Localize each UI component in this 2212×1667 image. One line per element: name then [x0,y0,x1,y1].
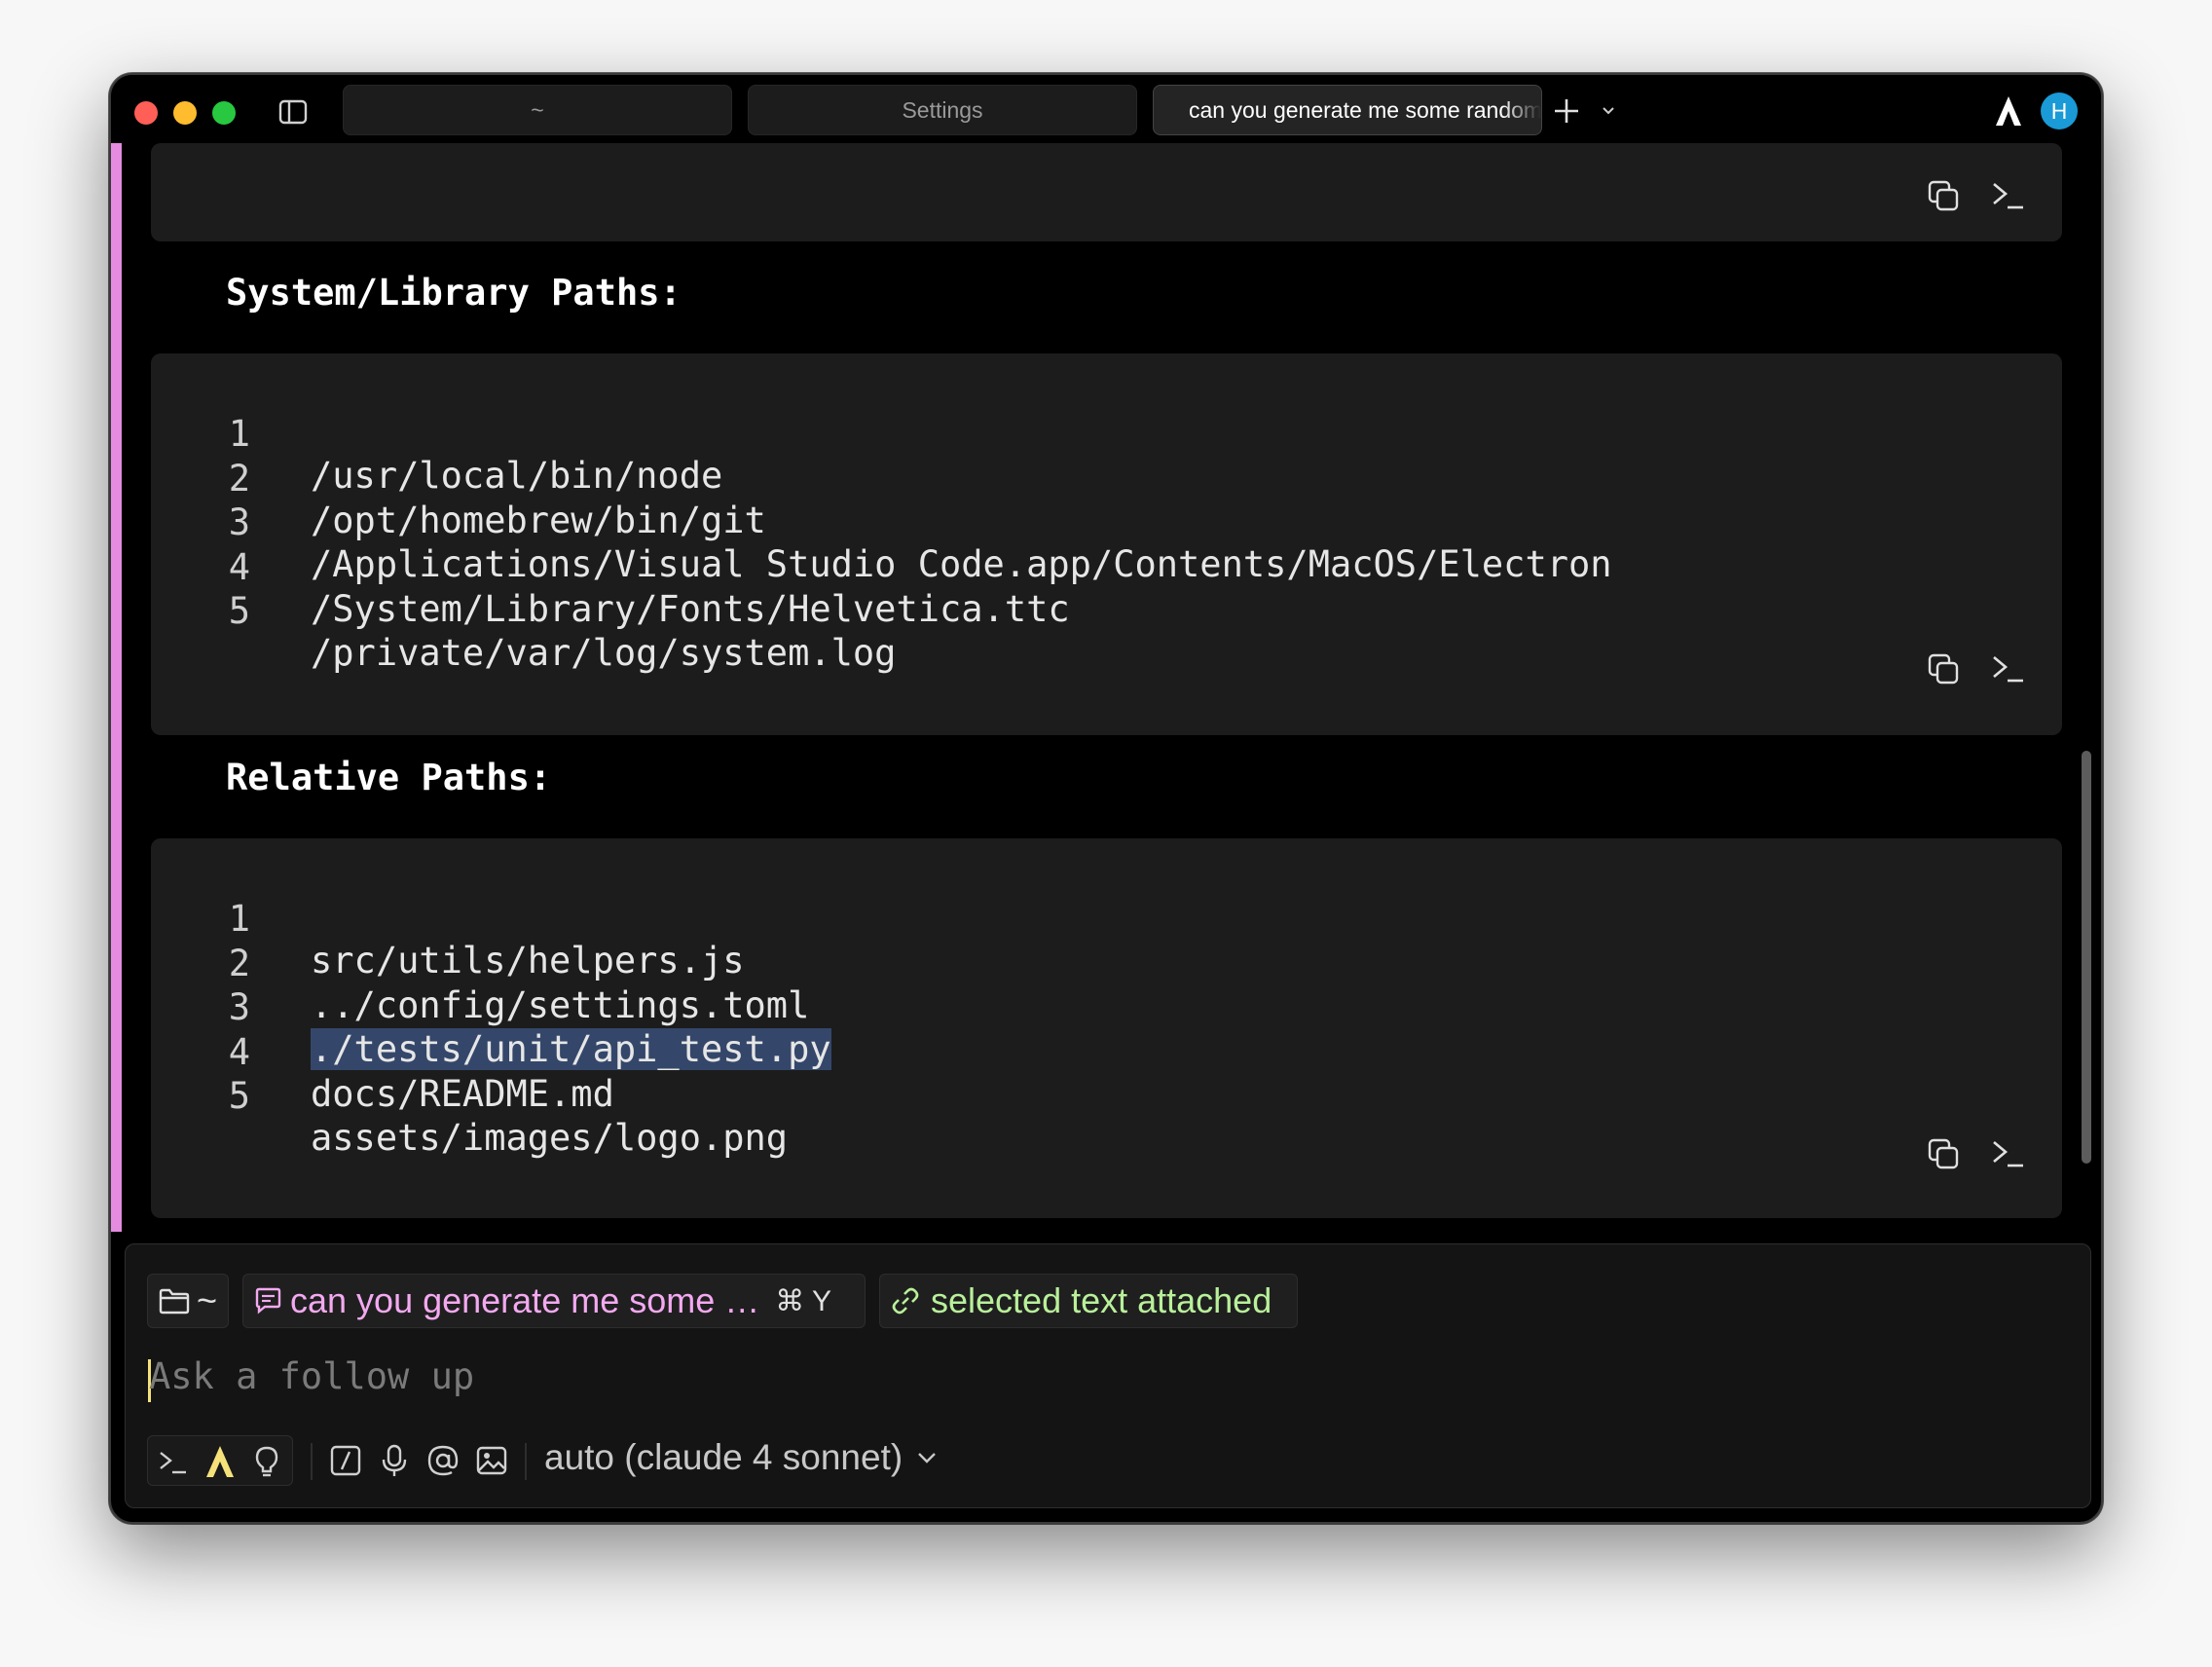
sidebar-toggle-icon[interactable] [278,99,308,125]
terminal-mode-icon[interactable] [156,1444,191,1479]
minimize-window-button[interactable] [173,101,197,125]
agent-logo-icon[interactable] [1994,94,2023,128]
lightbulb-icon[interactable] [249,1444,284,1479]
divider [311,1443,313,1480]
message-icon [255,1287,281,1315]
directory-label: ~ [197,1280,218,1320]
avatar[interactable]: H [2041,93,2078,130]
scrollbar[interactable] [2082,751,2091,1164]
code-line: 3 /Applications/Visual Studio Code.app/C… [151,460,2062,585]
tab-active-conversation[interactable]: can you generate me some random paths [1153,85,1542,135]
run-in-terminal-icon[interactable] [1990,1136,2025,1171]
attachment-chip[interactable]: selected text attached [879,1274,1298,1328]
run-in-terminal-icon[interactable] [1990,651,2025,686]
chevron-down-icon [918,1453,937,1463]
slash-command-icon[interactable] [328,1443,363,1478]
line-number: 5 [228,590,250,632]
code-block-partial [151,143,2062,241]
code-block-toolbar [1926,178,2025,213]
link-icon [892,1287,919,1315]
code-line: 4 /System/Library/Fonts/Helvetica.ttc [151,504,2062,630]
image-attach-icon[interactable] [474,1443,509,1478]
code-block-toolbar [1926,1136,2025,1171]
section-heading: System/Library Paths: [226,272,682,314]
code-line: 5 /private/var/log/system.log [151,548,2062,674]
attachment-label: selected text attached [931,1280,1272,1320]
code-block-relative-paths: 1 src/utils/helpers.js 2 ../config/setti… [151,838,2062,1218]
new-tab-plus-icon[interactable] [1552,96,1581,126]
code-text[interactable]: /private/var/log/system.log [311,632,896,674]
copy-icon[interactable] [1926,1136,1961,1171]
section-heading: Relative Paths: [226,757,552,798]
model-selector[interactable]: auto (claude 4 sonnet) [544,1437,938,1478]
maximize-window-button[interactable] [212,101,236,125]
keyboard-shortcut: ⌘ Y [775,1284,832,1317]
code-block-system-paths: 1 /usr/local/bin/node 2 /opt/homebrew/bi… [151,353,2062,735]
code-line: 5 assets/images/logo.png [151,1033,2062,1159]
working-directory-chip[interactable]: ~ [147,1274,229,1328]
code-text[interactable]: docs/README.md [311,1073,614,1115]
conversation-context-chip[interactable]: can you generate me some … ⌘ Y [242,1274,866,1328]
code-text[interactable]: /System/Library/Fonts/Helvetica.ttc [311,588,1070,630]
terminal-window: ~ Settings can you generate me some rand… [109,73,2103,1524]
tab-home[interactable]: ~ [343,85,732,135]
prompt-input-panel: ~ can you generate me some … ⌘ Y selecte… [125,1243,2091,1508]
code-line: 1 src/utils/helpers.js [151,856,2062,982]
code-line: 4 docs/README.md [151,989,2062,1115]
folder-icon [159,1288,190,1315]
avatar-initial: H [2050,97,2068,124]
microphone-icon[interactable] [377,1443,412,1478]
conversation-label: can you generate me some … [290,1280,760,1320]
line-number: 5 [228,1075,250,1117]
tab-settings[interactable]: Settings [748,85,1137,135]
title-bar: ~ Settings can you generate me some rand… [111,75,2101,143]
tab-label: Settings [902,96,983,123]
code-line: 2 ../config/settings.toml [151,901,2062,1026]
at-mention-icon[interactable] [425,1443,461,1478]
code-block-toolbar [1926,651,2025,686]
run-in-terminal-icon[interactable] [1990,178,2025,213]
conversation-accent-bar [111,143,122,1232]
prompt-input[interactable]: Ask a follow up [149,1355,474,1400]
code-text[interactable]: assets/images/logo.png [311,1117,788,1159]
code-line: 3 ./tests/unit/api_test.py [151,945,2062,1070]
divider [525,1443,527,1480]
copy-icon[interactable] [1926,651,1961,686]
close-window-button[interactable] [134,101,158,125]
input-mode-switcher [147,1435,293,1486]
copy-icon[interactable] [1926,178,1961,213]
model-label: auto (claude 4 sonnet) [544,1437,903,1477]
code-line: 2 /opt/homebrew/bin/git [151,416,2062,541]
code-line: 1 /usr/local/bin/node [151,371,2062,497]
tab-label: can you generate me some random paths [1189,96,1542,123]
chevron-down-icon[interactable] [1601,104,1616,118]
tab-label: ~ [531,96,544,123]
agent-mode-icon[interactable] [203,1444,238,1479]
